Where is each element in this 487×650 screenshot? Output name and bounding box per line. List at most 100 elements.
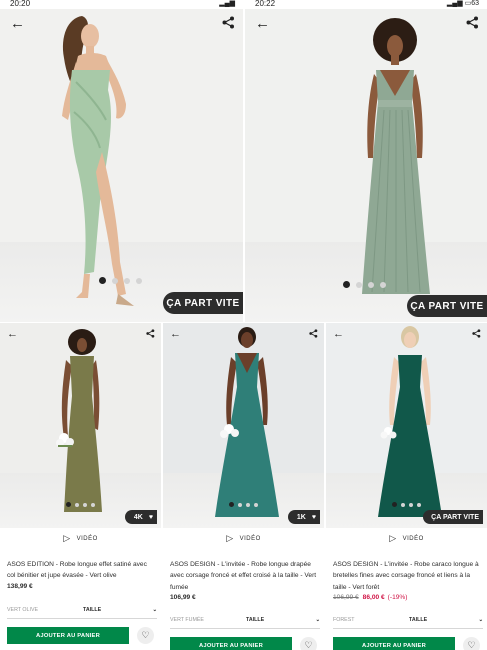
wishlist-button[interactable]: ♡ bbox=[300, 637, 317, 650]
share-icon[interactable] bbox=[472, 329, 481, 338]
carousel-dot[interactable] bbox=[75, 502, 79, 507]
product-title: ASOS DESIGN - L'invitée - Robe caraco lo… bbox=[333, 561, 479, 591]
battery-level: 63 bbox=[471, 0, 479, 7]
carousel-dot[interactable] bbox=[136, 277, 142, 284]
saved-count-badge[interactable]: 4K ♥ bbox=[124, 510, 157, 524]
saved-count: 1K bbox=[296, 513, 306, 521]
product-price: 106,99 €86,00 € (-19%) bbox=[333, 594, 407, 601]
heart-outline-icon: ♡ bbox=[304, 640, 313, 650]
share-icon[interactable] bbox=[466, 16, 479, 29]
carousel-dot[interactable] bbox=[409, 502, 413, 507]
saved-count: 4K bbox=[133, 513, 143, 521]
status-bar: 20:20 ▂▄▆ bbox=[0, 0, 243, 9]
carousel-dot-active[interactable] bbox=[392, 502, 397, 507]
colour-value: FOREST bbox=[333, 617, 355, 623]
carousel-dot-active[interactable] bbox=[99, 277, 106, 284]
carousel-dot[interactable] bbox=[401, 502, 405, 507]
status-time: 20:22 bbox=[255, 0, 276, 8]
original-price: 106,99 € bbox=[333, 594, 359, 601]
carousel-dot[interactable] bbox=[246, 502, 250, 507]
share-icon[interactable] bbox=[146, 329, 155, 338]
carousel-dot[interactable] bbox=[368, 281, 374, 288]
saved-count-badge[interactable]: 1K ♥ bbox=[287, 510, 320, 524]
size-select[interactable]: TAILLE ⌄ bbox=[409, 617, 483, 623]
size-select[interactable]: TAILLE ⌄ bbox=[246, 617, 320, 623]
carousel-dot[interactable] bbox=[380, 281, 386, 288]
options-row: FOREST TAILLE ⌄ bbox=[333, 614, 483, 626]
product-photo[interactable] bbox=[350, 18, 440, 303]
add-to-bag-button[interactable]: AJOUTER AU PANIER bbox=[7, 627, 129, 644]
add-to-bag-button[interactable]: AJOUTER AU PANIER bbox=[333, 637, 455, 650]
carousel-dots[interactable] bbox=[229, 502, 258, 507]
back-arrow-icon[interactable]: ← bbox=[170, 328, 181, 340]
colour-value: VERT FUMÉE bbox=[170, 617, 204, 623]
heart-outline-icon: ♡ bbox=[467, 640, 476, 650]
product-card[interactable]: ← 1K ♥ ▷ VIDÉO ASOS DESIGN - L'invitée -… bbox=[163, 323, 324, 650]
product-price: 138,99 € bbox=[7, 583, 33, 590]
video-button[interactable]: ▷ VIDÉO bbox=[326, 532, 487, 545]
options-row: VERT OLIVE TAILLE ⌄ bbox=[7, 604, 157, 616]
carousel-dot[interactable] bbox=[417, 502, 421, 507]
video-button[interactable]: ▷ VIDÉO bbox=[163, 532, 324, 545]
video-label: VIDÉO bbox=[402, 535, 424, 542]
product-image[interactable]: ← 4K ♥ bbox=[0, 323, 161, 528]
size-label: TAILLE bbox=[83, 607, 102, 613]
back-arrow-icon[interactable]: ← bbox=[10, 15, 25, 32]
heart-icon: ♥ bbox=[311, 513, 316, 521]
product-image[interactable]: ← ÇA PART VITE bbox=[326, 323, 487, 528]
carousel-dot-active[interactable] bbox=[343, 281, 350, 288]
carousel-dot-active[interactable] bbox=[229, 502, 234, 507]
product-title: ASOS EDITION - Robe longue effet satiné … bbox=[7, 561, 147, 580]
carousel-dots[interactable] bbox=[66, 502, 95, 507]
status-bar: 20:22 ▂▄▆ ▭63 bbox=[245, 0, 487, 9]
carousel-dots[interactable] bbox=[99, 277, 142, 284]
carousel-dot[interactable] bbox=[124, 277, 130, 284]
carousel-dot[interactable] bbox=[238, 502, 242, 507]
selling-fast-label: ÇA PART VITE bbox=[431, 513, 479, 521]
divider bbox=[7, 618, 157, 619]
carousel-dot[interactable] bbox=[356, 281, 362, 288]
selling-fast-badge: ÇA PART VITE bbox=[407, 295, 487, 317]
size-select[interactable]: TAILLE ⌄ bbox=[83, 607, 157, 613]
carousel-dot[interactable] bbox=[254, 502, 258, 507]
battery-icon: ▂▄▆ ▭63 bbox=[446, 0, 479, 7]
product-card[interactable]: ← ÇA PART VITE ▷ VIDÉO ASOS DESIGN - L'i… bbox=[326, 323, 487, 650]
carousel-dot[interactable] bbox=[112, 277, 118, 284]
wishlist-button[interactable]: ♡ bbox=[137, 627, 154, 644]
sale-price: 86,00 € bbox=[362, 594, 385, 601]
carousel-dot-active[interactable] bbox=[66, 502, 71, 507]
product-title: ASOS DESIGN - L'invitée - Robe longue dr… bbox=[170, 561, 317, 591]
model-figure bbox=[50, 326, 120, 522]
back-arrow-icon[interactable]: ← bbox=[7, 328, 18, 340]
carousel-dot[interactable] bbox=[91, 502, 95, 507]
carousel-dots[interactable] bbox=[392, 502, 421, 507]
status-time: 20:20 bbox=[10, 0, 31, 8]
add-to-bag-button[interactable]: AJOUTER AU PANIER bbox=[170, 637, 292, 650]
selling-fast-badge: ÇA PART VITE bbox=[423, 510, 483, 524]
play-icon: ▷ bbox=[389, 533, 397, 543]
share-icon[interactable] bbox=[222, 16, 235, 29]
product-image[interactable]: ← 1K ♥ bbox=[163, 323, 324, 528]
video-label: VIDÉO bbox=[239, 535, 261, 542]
back-arrow-icon[interactable]: ← bbox=[333, 328, 344, 340]
divider bbox=[170, 628, 320, 629]
screenshot-collage: 20:20 ▂▄▆ ← ÇA PART VITE 20:22 ▂▄▆ ▭63 ←… bbox=[0, 0, 487, 650]
back-arrow-icon[interactable]: ← bbox=[255, 15, 270, 32]
model-figure bbox=[203, 325, 283, 523]
video-button[interactable]: ▷ VIDÉO bbox=[0, 532, 161, 545]
share-icon[interactable] bbox=[309, 329, 318, 338]
carousel-dot[interactable] bbox=[83, 502, 87, 507]
wishlist-button[interactable]: ♡ bbox=[463, 637, 480, 650]
product-photo[interactable] bbox=[30, 12, 160, 317]
dress-shape bbox=[378, 355, 442, 517]
divider bbox=[333, 628, 483, 629]
heart-outline-icon: ♡ bbox=[141, 630, 150, 640]
product-price: 106,99 € bbox=[170, 594, 196, 601]
video-label: VIDÉO bbox=[76, 535, 98, 542]
signal-icon: ▂▄▆ bbox=[219, 0, 235, 7]
model-figure bbox=[370, 325, 446, 523]
carousel-dots[interactable] bbox=[343, 281, 386, 288]
size-label: TAILLE bbox=[246, 617, 265, 623]
discount-percent: (-19%) bbox=[387, 594, 408, 601]
product-card[interactable]: ← 4K ♥ ▷ VIDÉO ASOS EDITION - Robe longu… bbox=[0, 323, 161, 650]
